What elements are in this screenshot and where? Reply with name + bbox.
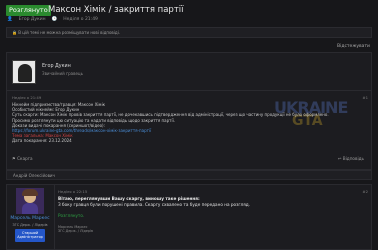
post-1-line: Дата покарання: 23.12.2024: [12, 138, 72, 144]
verdict-text: Розглянуто.: [58, 213, 85, 218]
staff-banner: Старший Адміністратор: [15, 229, 45, 242]
divider: [6, 90, 372, 91]
user-icon: 👤: [7, 17, 13, 22]
status-badge: Розглянуто: [6, 5, 51, 16]
thread-meta: 👤 Егор Дукин 🕒 Неділя о 21:49: [7, 17, 98, 22]
post-1-date[interactable]: Неділя о 21:49: [12, 95, 41, 100]
locked-notice: 🔒 В цій темі не можна розміщувати нові в…: [6, 27, 372, 38]
avatar[interactable]: [12, 60, 36, 84]
post-2-username[interactable]: Марсель Маркес: [10, 216, 50, 221]
post-1-number[interactable]: #1: [362, 95, 368, 100]
post-1-line: Суть скарги: Максон Хімік провів закритт…: [12, 112, 329, 118]
lock-icon: 🔒: [12, 30, 17, 35]
reply-button[interactable]: ↩ Відповідь: [338, 156, 364, 161]
avatar[interactable]: [16, 188, 44, 214]
divider: [54, 184, 55, 250]
watch-link[interactable]: Відстежувати: [337, 44, 370, 49]
notice-text: В цій темі не можна розміщувати нові від…: [18, 30, 121, 35]
post-1-username[interactable]: Егор Дукин: [42, 64, 71, 69]
signature: Марсель Маркес ЗГС Держ. / Лідерів: [58, 225, 94, 234]
page-title: Максон Хімік / закриття партії: [48, 5, 184, 15]
post-2-body: Вітаю, переглянувши Вашу скаргу, виношу …: [58, 196, 250, 207]
thread-date: Неділя о 21:49: [63, 17, 98, 22]
reply-icon: ↩: [337, 156, 342, 161]
clock-icon: 🕒: [51, 17, 58, 22]
post-2-role: ЗГС Держ. / Лідерів: [12, 223, 48, 227]
post-2-userbox: Марсель Маркес ЗГС Держ. / Лідерів Старш…: [10, 188, 50, 250]
post-2-number[interactable]: #2: [362, 189, 368, 194]
thread-author[interactable]: Егор Дукин: [19, 17, 46, 22]
reactions-bar: Андрій Олексійович: [6, 170, 372, 180]
post-1-body: Нікнейм підприємства/гравця: Максон Хімі…: [12, 102, 364, 144]
post-2-line: З боку гравця були порушені правила. Ска…: [58, 201, 250, 207]
reaction-user[interactable]: Андрій Олексійович: [13, 173, 55, 178]
report-button[interactable]: ⚑ Скарга: [12, 156, 33, 161]
flag-icon: ⚑: [12, 156, 16, 161]
post-2-date[interactable]: Неділя о 22:15: [58, 189, 87, 194]
post-1-role: Звичайний гравець: [42, 71, 84, 76]
